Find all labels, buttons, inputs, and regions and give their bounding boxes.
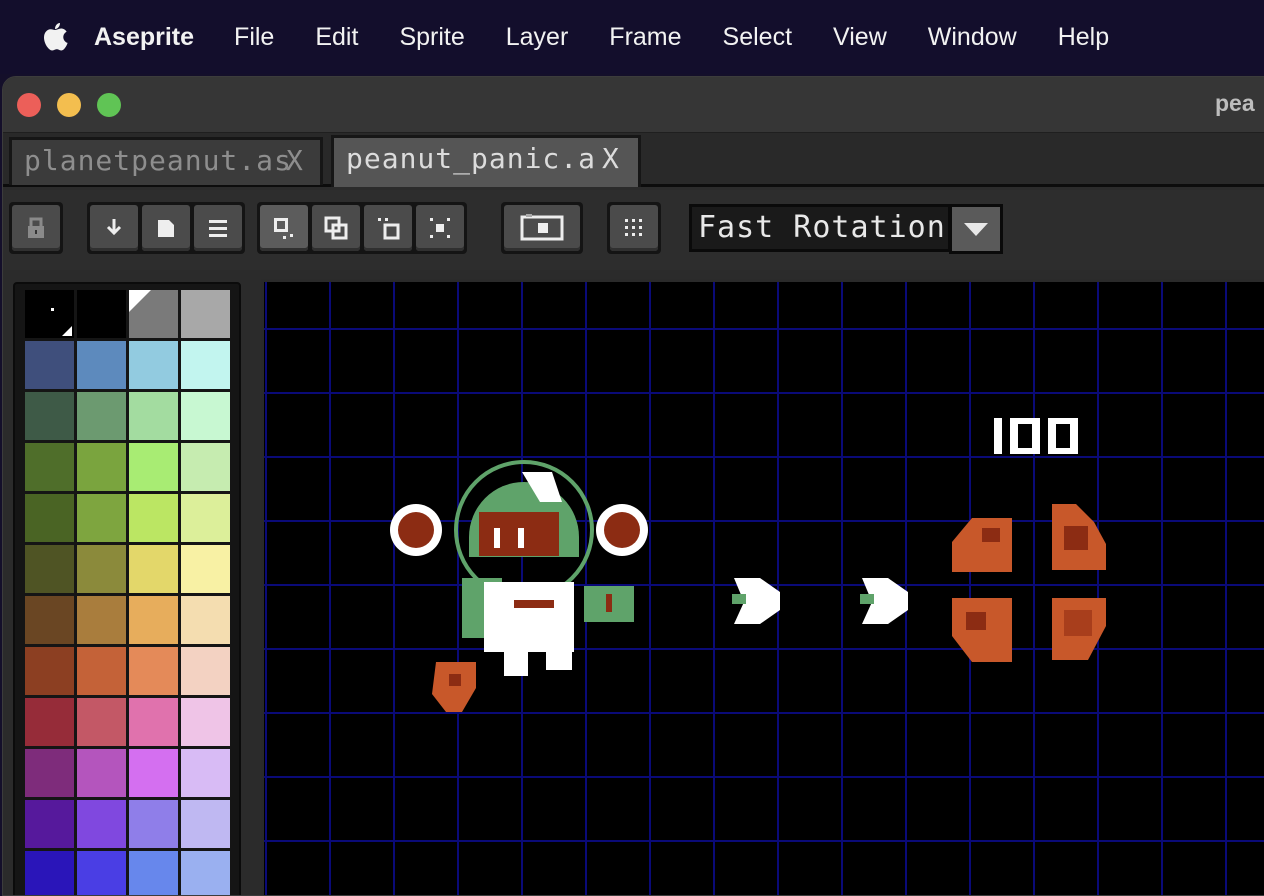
palette-swatch[interactable] <box>129 290 178 338</box>
palette-swatch[interactable] <box>77 392 126 440</box>
color-palette <box>13 282 241 895</box>
lock-group <box>9 202 63 254</box>
palette-swatch[interactable] <box>181 647 230 695</box>
palette-swatch[interactable] <box>25 290 74 338</box>
tab-label: planetpeanut.as <box>24 144 292 177</box>
palette-swatch[interactable] <box>129 698 178 746</box>
palette-swatch[interactable] <box>181 494 230 542</box>
select-intersect-icon[interactable] <box>416 205 464 251</box>
selection-mode-group <box>257 202 467 254</box>
menu-sprite[interactable]: Sprite <box>399 23 464 52</box>
minimize-window-button[interactable] <box>57 93 81 117</box>
palette-swatch[interactable] <box>77 545 126 593</box>
rotation-algorithm-select[interactable]: Fast Rotation <box>689 204 951 252</box>
palette-swatch[interactable] <box>129 800 178 848</box>
palette-swatch[interactable] <box>77 596 126 644</box>
palette-swatch[interactable] <box>25 647 74 695</box>
pixel-grid-group <box>607 202 661 254</box>
palette-swatch[interactable] <box>181 596 230 644</box>
palette-swatch[interactable] <box>77 290 126 338</box>
layer-actions-group <box>87 202 245 254</box>
app-window: pea planetpeanut.as X peanut_panic.a X F… <box>2 76 1264 896</box>
palette-grid <box>25 290 235 895</box>
palette-swatch[interactable] <box>77 494 126 542</box>
close-tab-icon[interactable]: X <box>286 140 304 182</box>
peanut-fragments <box>952 504 1106 662</box>
preview-group <box>501 202 583 254</box>
close-window-button[interactable] <box>17 93 41 117</box>
tab-planetpeanut[interactable]: planetpeanut.as X <box>9 137 323 185</box>
palette-swatch[interactable] <box>25 545 74 593</box>
palette-swatch[interactable] <box>77 647 126 695</box>
palette-swatch[interactable] <box>181 443 230 491</box>
palette-swatch[interactable] <box>77 698 126 746</box>
menu-frame[interactable]: Frame <box>609 23 681 52</box>
astronaut-sprite <box>390 460 648 712</box>
select-add-icon[interactable] <box>312 205 360 251</box>
score-text <box>994 418 1078 454</box>
zoom-window-button[interactable] <box>97 93 121 117</box>
palette-swatch[interactable] <box>129 545 178 593</box>
palette-swatch[interactable] <box>25 341 74 389</box>
window-title: pea <box>1215 90 1255 116</box>
menu-file[interactable]: File <box>234 23 274 52</box>
palette-swatch[interactable] <box>129 392 178 440</box>
tab-label: peanut_panic.a <box>346 142 597 175</box>
palette-swatch[interactable] <box>129 749 178 797</box>
palette-swatch[interactable] <box>181 341 230 389</box>
tab-peanut-panic[interactable]: peanut_panic.a X <box>331 135 641 187</box>
select-subtract-icon[interactable] <box>364 205 412 251</box>
palette-swatch[interactable] <box>25 800 74 848</box>
close-tab-icon[interactable]: X <box>602 138 620 180</box>
pixel-grid-icon[interactable] <box>610 205 658 251</box>
menu-select[interactable]: Select <box>723 23 792 52</box>
menu-app-name[interactable]: Aseprite <box>94 23 194 52</box>
lock-icon[interactable] <box>12 205 60 251</box>
sprite-canvas[interactable] <box>261 279 1264 895</box>
menu-window[interactable]: Window <box>928 23 1017 52</box>
palette-swatch[interactable] <box>77 341 126 389</box>
menu-view[interactable]: View <box>833 23 887 52</box>
palette-swatch[interactable] <box>129 647 178 695</box>
palette-swatch[interactable] <box>181 545 230 593</box>
menu-help[interactable]: Help <box>1058 23 1109 52</box>
palette-swatch[interactable] <box>181 290 230 338</box>
palette-swatch[interactable] <box>25 392 74 440</box>
menu-icon[interactable] <box>194 205 242 251</box>
merge-down-icon[interactable] <box>90 205 138 251</box>
palette-swatch[interactable] <box>25 596 74 644</box>
palette-swatch[interactable] <box>25 749 74 797</box>
palette-swatch[interactable] <box>77 443 126 491</box>
palette-swatch[interactable] <box>25 698 74 746</box>
apple-icon[interactable] <box>40 21 70 53</box>
palette-swatch[interactable] <box>181 800 230 848</box>
palette-swatch[interactable] <box>129 596 178 644</box>
select-rect-icon[interactable] <box>260 205 308 251</box>
canvas-drawing <box>264 282 1264 895</box>
palette-swatch[interactable] <box>129 443 178 491</box>
palette-swatch[interactable] <box>181 392 230 440</box>
palette-swatch[interactable] <box>181 749 230 797</box>
chevron-down-icon[interactable] <box>949 204 1003 254</box>
menu-bar: Aseprite File Edit Sprite Layer Frame Se… <box>0 0 1264 74</box>
palette-swatch[interactable] <box>25 443 74 491</box>
preview-icon[interactable] <box>504 205 580 251</box>
palette-swatch[interactable] <box>129 494 178 542</box>
palette-swatch[interactable] <box>77 749 126 797</box>
palette-swatch[interactable] <box>77 800 126 848</box>
title-bar: pea <box>3 77 1264 133</box>
context-toolbar: Fast Rotation <box>3 190 1264 270</box>
menu-layer[interactable]: Layer <box>506 23 569 52</box>
new-layer-icon[interactable] <box>142 205 190 251</box>
menu-edit[interactable]: Edit <box>315 23 358 52</box>
document-tabs: planetpeanut.as X peanut_panic.a X <box>3 133 1264 187</box>
palette-swatch[interactable] <box>25 494 74 542</box>
palette-swatch[interactable] <box>129 341 178 389</box>
palette-swatch[interactable] <box>181 698 230 746</box>
